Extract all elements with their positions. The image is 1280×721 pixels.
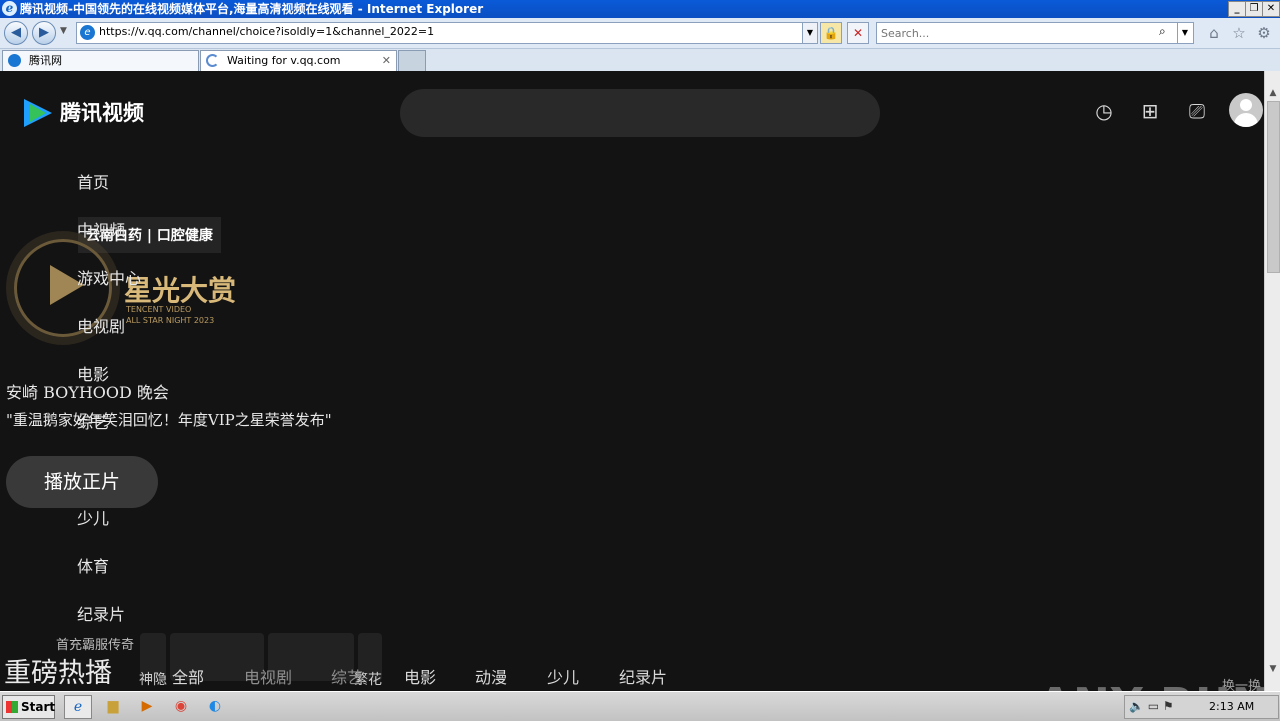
restore-button[interactable]: ❐ bbox=[1245, 1, 1263, 17]
history-dropdown-icon[interactable]: ▼ bbox=[60, 26, 67, 36]
windows-flag-icon bbox=[6, 701, 18, 713]
logo-text: 腾讯视频 bbox=[60, 101, 144, 125]
client-download-icon[interactable]: ⎚ bbox=[1183, 97, 1211, 125]
logo-play-inner-icon bbox=[30, 104, 46, 122]
page-favicon-icon: e bbox=[80, 25, 95, 40]
back-button[interactable]: ◀ bbox=[4, 21, 28, 45]
search-icon[interactable]: ⌕ bbox=[1159, 24, 1166, 39]
system-tray: 🔈 ▭ ⚑ 2:13 AM bbox=[1124, 695, 1279, 719]
edge-icon[interactable]: ◐ bbox=[202, 695, 228, 717]
page-scrollbar[interactable]: ▲ ▼ bbox=[1264, 71, 1280, 691]
tab-tencent[interactable]: 腾讯网 bbox=[2, 50, 199, 72]
tab-close-icon[interactable]: ✕ bbox=[382, 51, 391, 71]
tab-bar: 腾讯网 Waiting for v.qq.com ✕ bbox=[0, 49, 1280, 72]
hero-subtitle: "重温鹅家好年笑泪回忆！年度VIP之星荣誉发布" bbox=[6, 411, 332, 429]
lock-icon[interactable]: 🔒 bbox=[820, 22, 842, 44]
history-clock-icon[interactable]: ◷ bbox=[1090, 97, 1118, 125]
new-tab-button[interactable] bbox=[398, 50, 426, 72]
ie-taskbar-icon[interactable]: e bbox=[64, 695, 92, 719]
site-search-box[interactable] bbox=[400, 89, 880, 137]
clock: 2:13 AM bbox=[1209, 700, 1255, 713]
forward-button[interactable]: ▶ bbox=[32, 21, 56, 45]
category-anime[interactable]: 动漫 bbox=[475, 664, 507, 688]
explorer-folder-icon[interactable]: ▆ bbox=[100, 695, 126, 717]
home-icon[interactable]: ⌂ bbox=[1205, 24, 1223, 42]
nav-item-games[interactable]: 游戏中心 bbox=[77, 265, 141, 289]
minimize-button[interactable]: _ bbox=[1228, 1, 1246, 17]
scrollbar-thumb[interactable] bbox=[1267, 101, 1280, 273]
web-page: 腾讯视频 ◷ ⊞ ⎚ 云南白药 | 口腔健康 星光大赏 TENCENT VIDE… bbox=[0, 71, 1264, 691]
window-titlebar: e 腾讯视频-中国领先的在线视频媒体平台,海量高清视频在线观看 - Intern… bbox=[0, 0, 1280, 18]
address-bar[interactable]: e https://v.qq.com/channel/choice?isoldl… bbox=[76, 22, 818, 44]
search-input[interactable] bbox=[879, 24, 1153, 42]
chrome-icon[interactable]: ◉ bbox=[168, 695, 194, 717]
address-url[interactable]: https://v.qq.com/channel/choice?isoldly=… bbox=[99, 25, 434, 38]
nav-item-tv[interactable]: 电视剧 bbox=[77, 313, 125, 337]
window-title: 腾讯视频-中国领先的在线视频媒体平台,海量高清视频在线观看 - Internet… bbox=[20, 2, 484, 16]
anyrun-watermark: ANY RUN bbox=[1038, 679, 1264, 691]
nav-item-sports[interactable]: 体育 bbox=[77, 553, 109, 577]
gear-icon[interactable]: ⚙ bbox=[1255, 24, 1273, 42]
media-player-icon[interactable]: ▶ bbox=[134, 695, 160, 717]
nav-item-home[interactable]: 首页 bbox=[77, 169, 109, 193]
favorites-star-icon[interactable]: ☆ bbox=[1230, 24, 1248, 42]
nav-item-kids[interactable]: 少儿 bbox=[77, 505, 109, 529]
nav-item-midvideo[interactable]: 中视频 bbox=[77, 217, 125, 241]
category-variety[interactable]: 综艺 bbox=[331, 664, 363, 688]
play-button[interactable]: 播放正片 bbox=[6, 456, 158, 508]
category-tv[interactable]: 电视剧 bbox=[244, 664, 292, 688]
category-kids[interactable]: 少儿 bbox=[547, 664, 579, 688]
category-movie[interactable]: 电影 bbox=[404, 664, 436, 688]
avatar[interactable] bbox=[1229, 93, 1263, 127]
banner-subtitle-2: ALL STAR NIGHT 2023 bbox=[126, 316, 215, 325]
category-documentary[interactable]: 纪录片 bbox=[619, 664, 667, 688]
avatar-head bbox=[1240, 99, 1252, 111]
tray-icons[interactable]: 🔈 ▭ ⚑ bbox=[1129, 699, 1174, 713]
search-dropdown-icon[interactable]: ▼ bbox=[1177, 23, 1192, 43]
search-box[interactable]: ⌕ ▼ bbox=[876, 22, 1194, 44]
browser-navbar: ◀ ▶ ▼ e https://v.qq.com/channel/choice?… bbox=[0, 18, 1280, 49]
thumbnail-caption: 神隐 bbox=[139, 672, 167, 688]
close-button[interactable]: ✕ bbox=[1262, 1, 1280, 17]
address-dropdown-icon[interactable]: ▼ bbox=[802, 23, 817, 43]
hot-section-title: 重磅热播 bbox=[4, 658, 112, 689]
avatar-body bbox=[1234, 113, 1258, 127]
tencent-favicon-icon bbox=[8, 54, 21, 67]
category-all[interactable]: 全部 bbox=[172, 664, 204, 688]
banner-subtitle-1: TENCENT VIDEO bbox=[126, 305, 192, 314]
hero-title: 安崎 BOYHOOD 晚会 bbox=[6, 383, 169, 402]
start-button[interactable]: Start bbox=[2, 695, 55, 719]
upload-video-icon[interactable]: ⊞ bbox=[1136, 97, 1164, 125]
taskbar: Start e ▆ ▶ ◉ ◐ 🔈 ▭ ⚑ 2:13 AM bbox=[0, 691, 1280, 721]
internet-explorer-icon: e bbox=[2, 1, 17, 16]
tab-vqq[interactable]: Waiting for v.qq.com ✕ bbox=[200, 50, 397, 72]
stop-icon[interactable]: ✕ bbox=[847, 22, 869, 44]
scroll-up-icon[interactable]: ▲ bbox=[1265, 85, 1280, 101]
nav-item-documentary[interactable]: 纪录片 bbox=[77, 601, 125, 625]
scroll-down-icon[interactable]: ▼ bbox=[1265, 661, 1280, 677]
loading-spinner-icon bbox=[206, 54, 219, 67]
